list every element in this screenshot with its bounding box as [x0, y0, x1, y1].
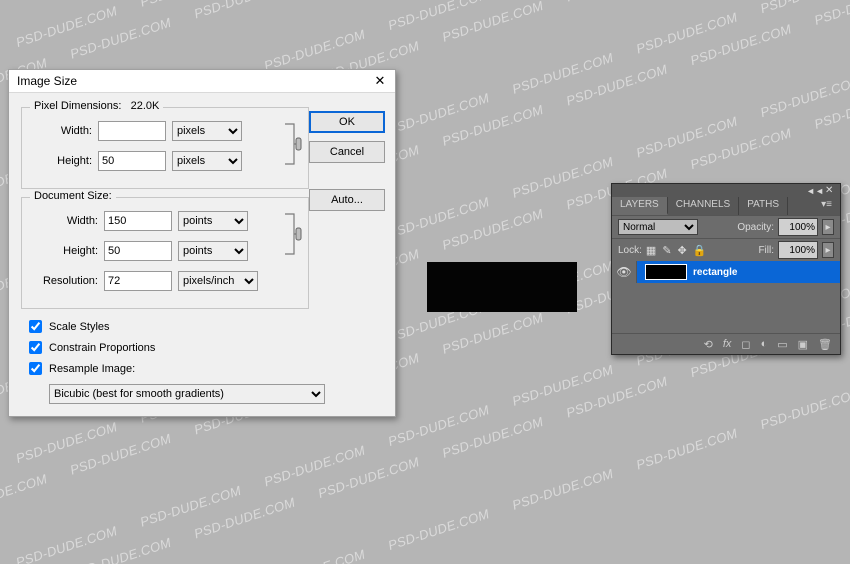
fx-icon[interactable]: fx — [723, 338, 732, 350]
document-size-group: Document Size: Width: points Height: poi… — [21, 197, 309, 309]
pixel-dimensions-group: Pixel Dimensions: 22.0K Width: pixels He… — [21, 107, 309, 189]
resample-method-select[interactable]: Bicubic (best for smooth gradients) — [49, 384, 325, 404]
px-height-input[interactable] — [98, 151, 166, 171]
px-height-label: Height: — [30, 155, 98, 167]
group-icon[interactable]: ▭ — [777, 338, 787, 351]
resolution-label: Resolution: — [30, 275, 104, 287]
doc-width-unit-select[interactable]: points — [178, 211, 248, 231]
tab-channels[interactable]: CHANNELS — [668, 197, 739, 215]
resample-input[interactable] — [29, 362, 42, 375]
fill-label: Fill: — [758, 245, 774, 256]
layers-list: 👁 rectangle — [612, 261, 840, 333]
doc-width-input[interactable] — [104, 211, 172, 231]
layer-row[interactable]: 👁 rectangle — [612, 261, 840, 283]
scale-styles-checkbox[interactable]: Scale Styles — [25, 317, 387, 336]
link-icon[interactable] — [284, 210, 302, 258]
lock-position-icon[interactable]: ✥ — [678, 244, 687, 257]
lock-all-icon[interactable]: 🔒 — [693, 244, 707, 257]
image-size-dialog: Image Size ✕ OK Cancel Auto... Pixel Dim… — [8, 69, 396, 417]
opacity-input[interactable] — [778, 218, 818, 236]
fill-input[interactable] — [778, 241, 818, 259]
layer-name: rectangle — [693, 267, 737, 278]
opacity-flyout-icon[interactable]: ▸ — [822, 219, 834, 235]
adjustment-icon[interactable]: ◐ — [761, 338, 768, 350]
pixel-dimensions-size: 22.0K — [131, 100, 160, 112]
resolution-input[interactable] — [104, 271, 172, 291]
dialog-titlebar[interactable]: Image Size ✕ — [9, 70, 395, 93]
blend-mode-select[interactable]: Normal — [618, 219, 698, 235]
px-height-unit-select[interactable]: pixels — [172, 151, 242, 171]
pixel-dimensions-legend: Pixel Dimensions: — [34, 100, 121, 112]
panel-menu-icon[interactable]: ▾≡ — [813, 197, 840, 215]
layer-main[interactable]: rectangle — [637, 261, 840, 283]
new-layer-icon[interactable]: ▣ — [798, 338, 808, 351]
opacity-label: Opacity: — [737, 222, 774, 233]
close-panel-icon[interactable]: ✕ — [825, 185, 836, 196]
link-icon[interactable] — [284, 120, 302, 168]
doc-height-unit-select[interactable]: points — [178, 241, 248, 261]
doc-height-label: Height: — [30, 245, 104, 257]
document-size-legend: Document Size: — [30, 190, 116, 202]
resample-image-checkbox[interactable]: Resample Image: — [25, 359, 387, 378]
close-icon[interactable]: ✕ — [369, 72, 391, 89]
dialog-title: Image Size — [17, 74, 77, 88]
doc-width-label: Width: — [30, 215, 104, 227]
ok-button[interactable]: OK — [309, 111, 385, 133]
cancel-button[interactable]: Cancel — [309, 141, 385, 163]
collapse-icon[interactable]: ◄◄ — [806, 186, 824, 196]
auto-button[interactable]: Auto... — [309, 189, 385, 211]
px-width-unit-select[interactable]: pixels — [172, 121, 242, 141]
px-width-input[interactable] — [98, 121, 166, 141]
layer-thumbnail[interactable] — [645, 264, 687, 280]
px-width-label: Width: — [30, 125, 98, 137]
constrain-input[interactable] — [29, 341, 42, 354]
doc-height-input[interactable] — [104, 241, 172, 261]
lock-pixels-icon[interactable]: ✎ — [662, 244, 671, 257]
layers-panel: ◄◄ ✕ LAYERS CHANNELS PATHS ▾≡ Normal Opa… — [611, 183, 841, 355]
link-layers-icon[interactable]: ⟲ — [704, 338, 713, 351]
mask-icon[interactable]: ◻ — [741, 338, 750, 351]
scale-styles-input[interactable] — [29, 320, 42, 333]
trash-icon[interactable]: 🗑 — [818, 338, 832, 351]
visibility-eye-icon[interactable]: 👁 — [612, 261, 637, 283]
tab-layers[interactable]: LAYERS — [612, 197, 668, 215]
canvas-preview — [427, 262, 577, 312]
panel-header[interactable]: ◄◄ ✕ — [612, 184, 840, 197]
tab-paths[interactable]: PATHS — [739, 197, 788, 215]
lock-transparency-icon[interactable]: ▦ — [646, 244, 656, 257]
lock-label: Lock: — [618, 245, 642, 256]
resolution-unit-select[interactable]: pixels/inch — [178, 271, 258, 291]
fill-flyout-icon[interactable]: ▸ — [822, 242, 834, 258]
constrain-proportions-checkbox[interactable]: Constrain Proportions — [25, 338, 387, 357]
